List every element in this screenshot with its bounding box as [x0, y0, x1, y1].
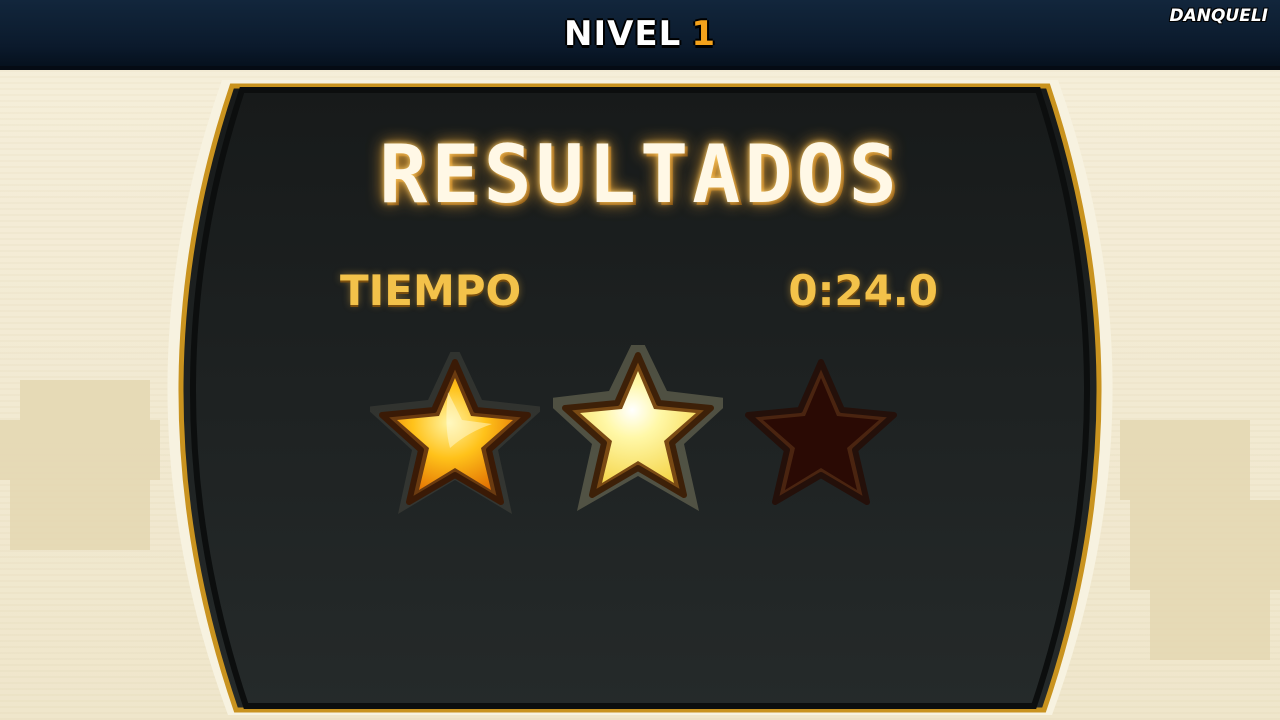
level-label: NIVEL — [564, 14, 682, 54]
star-3-empty-icon — [745, 359, 897, 505]
time-label: TIEMPO — [340, 266, 522, 315]
brand-watermark: DANQUELI — [1169, 6, 1268, 26]
level-indicator: NIVEL 1 — [0, 14, 1280, 54]
results-title: RESULTADOS — [379, 128, 901, 221]
time-value: 0:24.0 — [788, 266, 938, 315]
level-number: 1 — [691, 14, 716, 54]
star-1-icon — [370, 352, 540, 514]
top-bar: NIVEL 1 DANQUELI — [0, 0, 1280, 70]
star-2-icon — [553, 345, 723, 511]
